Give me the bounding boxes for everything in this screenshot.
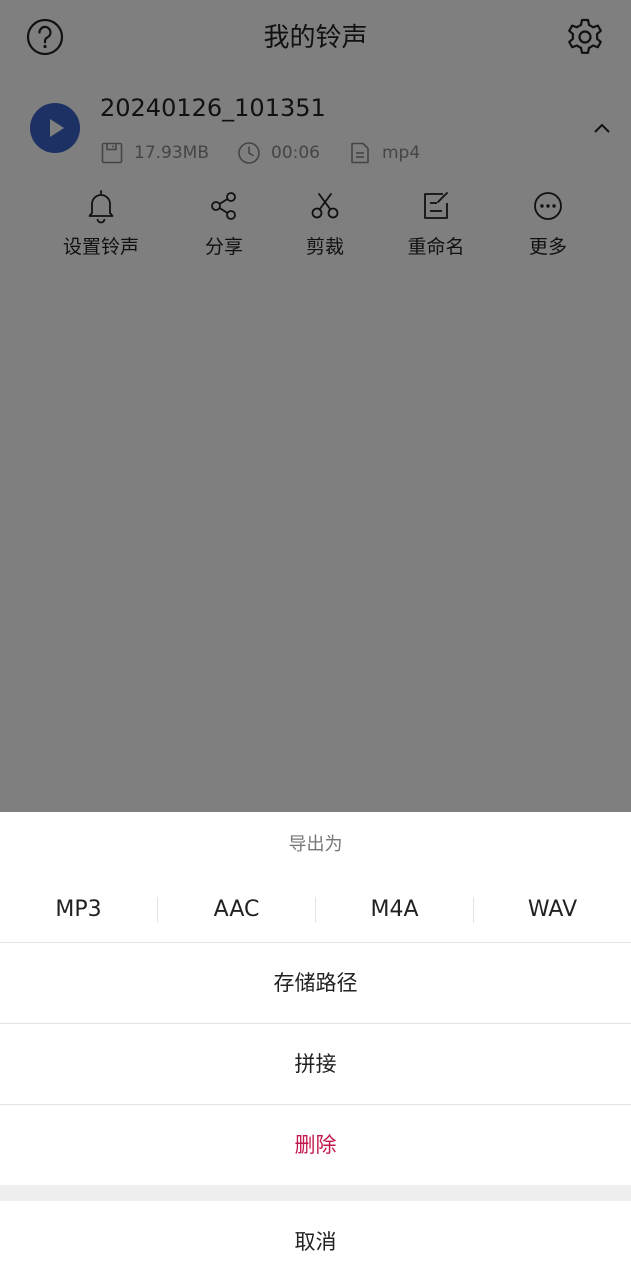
storage-path-button[interactable]: 存储路径 — [0, 942, 631, 1023]
sheet-title: 导出为 — [288, 834, 343, 855]
cancel-button[interactable]: 取消 — [0, 1201, 631, 1280]
delete-button[interactable]: 删除 — [0, 1104, 631, 1185]
export-bottom-sheet: 导出为 MP3 AAC M4A WAV 存储路径 拼接 删除 取消 — [0, 812, 631, 1280]
format-aac-button[interactable]: AAC — [158, 878, 315, 942]
sheet-separator — [0, 1185, 631, 1201]
export-format-options: MP3 AAC M4A WAV — [0, 878, 631, 942]
format-m4a-button[interactable]: M4A — [316, 878, 473, 942]
format-wav-button[interactable]: WAV — [474, 878, 631, 942]
format-mp3-button[interactable]: MP3 — [0, 878, 157, 942]
join-button[interactable]: 拼接 — [0, 1023, 631, 1104]
